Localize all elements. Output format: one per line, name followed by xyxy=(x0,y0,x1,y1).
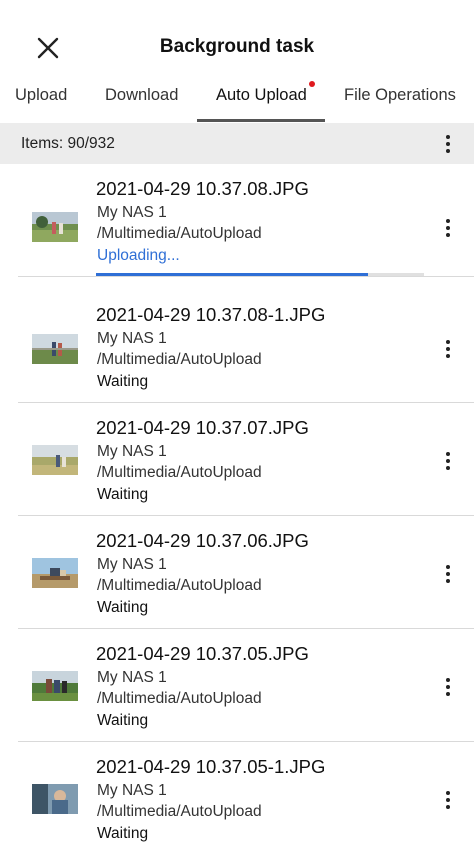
nas-name: My NAS 1 xyxy=(97,782,167,799)
more-icon xyxy=(446,219,450,223)
list-item[interactable]: 2021-04-29 10.37.05.JPG My NAS 1 /Multim… xyxy=(0,629,474,742)
tab-auto-upload[interactable]: Auto Upload xyxy=(216,86,307,105)
more-icon xyxy=(446,340,450,344)
list-item[interactable]: 2021-04-29 10.37.08-1.JPG My NAS 1 /Mult… xyxy=(0,290,474,403)
file-name: 2021-04-29 10.37.05-1.JPG xyxy=(96,756,326,777)
nas-name: My NAS 1 xyxy=(97,443,167,460)
item-more-button[interactable] xyxy=(438,562,458,586)
divider xyxy=(18,276,474,277)
status-text: Waiting xyxy=(97,486,149,503)
destination-path: /Multimedia/AutoUpload xyxy=(97,225,262,242)
nas-name: My NAS 1 xyxy=(97,330,167,347)
destination-path: /Multimedia/AutoUpload xyxy=(97,464,262,481)
list-item[interactable]: 2021-04-29 10.37.06.JPG My NAS 1 /Multim… xyxy=(0,516,474,629)
thumbnail-image xyxy=(32,558,78,588)
notification-dot xyxy=(309,81,315,87)
item-more-button[interactable] xyxy=(438,675,458,699)
items-bar: Items: 90/932 xyxy=(0,123,474,164)
item-more-button[interactable] xyxy=(438,788,458,812)
nas-name: My NAS 1 xyxy=(97,204,167,221)
file-name: 2021-04-29 10.37.06.JPG xyxy=(96,530,309,551)
destination-path: /Multimedia/AutoUpload xyxy=(97,351,262,368)
tab-bar: Upload Download Auto Upload File Operati… xyxy=(0,78,474,122)
status-text: Waiting xyxy=(97,712,149,729)
list-item[interactable]: 2021-04-29 10.37.08.JPG My NAS 1 /Multim… xyxy=(0,164,474,277)
thumbnail-image xyxy=(32,784,78,814)
more-icon xyxy=(446,452,450,456)
status-text: Waiting xyxy=(97,825,149,842)
more-icon xyxy=(446,678,450,682)
destination-path: /Multimedia/AutoUpload xyxy=(97,690,262,707)
status-text: Waiting xyxy=(97,373,149,390)
more-icon xyxy=(446,791,450,795)
status-text: Uploading... xyxy=(97,247,180,264)
status-text: Waiting xyxy=(97,599,149,616)
tab-file-operations[interactable]: File Operations xyxy=(344,86,456,105)
thumbnail-image xyxy=(32,212,78,242)
tab-upload[interactable]: Upload xyxy=(15,86,67,105)
file-name: 2021-04-29 10.37.05.JPG xyxy=(96,643,309,664)
item-more-button[interactable] xyxy=(438,216,458,240)
page-title: Background task xyxy=(159,36,315,57)
item-more-button[interactable] xyxy=(438,449,458,473)
thumbnail-image xyxy=(32,671,78,701)
destination-path: /Multimedia/AutoUpload xyxy=(97,803,262,820)
destination-path: /Multimedia/AutoUpload xyxy=(97,577,262,594)
items-more-button[interactable] xyxy=(438,132,458,156)
nas-name: My NAS 1 xyxy=(97,669,167,686)
tab-download[interactable]: Download xyxy=(105,86,178,105)
more-icon xyxy=(446,565,450,569)
thumbnail-image xyxy=(32,445,78,475)
item-more-button[interactable] xyxy=(438,337,458,361)
nas-name: My NAS 1 xyxy=(97,556,167,573)
thumbnail-image xyxy=(32,334,78,364)
more-icon xyxy=(446,135,450,139)
list-item[interactable]: 2021-04-29 10.37.07.JPG My NAS 1 /Multim… xyxy=(0,403,474,516)
file-name: 2021-04-29 10.37.08.JPG xyxy=(96,178,309,199)
file-name: 2021-04-29 10.37.08-1.JPG xyxy=(96,304,326,325)
list-item[interactable]: 2021-04-29 10.37.05-1.JPG My NAS 1 /Mult… xyxy=(0,742,474,855)
active-tab-indicator xyxy=(197,119,325,122)
header: Background task xyxy=(0,0,474,78)
items-count: Items: 90/932 xyxy=(21,135,115,152)
file-name: 2021-04-29 10.37.07.JPG xyxy=(96,417,309,438)
